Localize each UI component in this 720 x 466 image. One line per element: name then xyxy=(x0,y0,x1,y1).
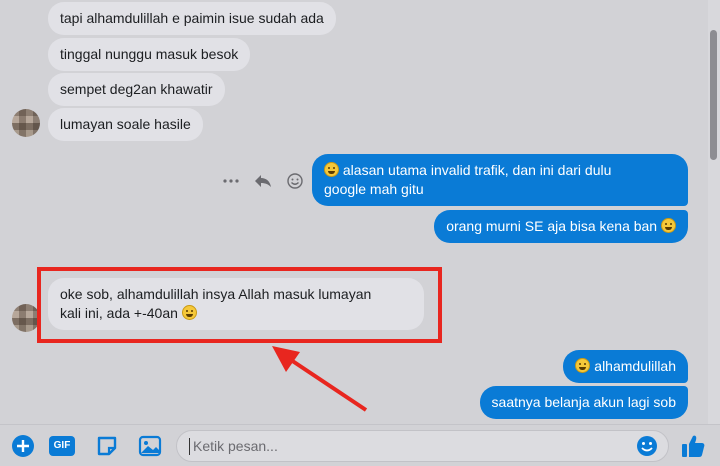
more-dots-icon[interactable] xyxy=(222,172,240,190)
avatar[interactable] xyxy=(12,109,40,137)
message-text: lumayan soale hasile xyxy=(60,116,191,132)
message-incoming[interactable]: lumayan soale hasile xyxy=(48,108,203,141)
message-line: google mah gitu xyxy=(324,181,424,197)
message-text: alhamdulillah xyxy=(594,358,676,374)
message-text: sempet deg2an khawatir xyxy=(60,81,213,97)
message-outgoing[interactable]: orang murni SE aja bisa kena ban xyxy=(434,210,688,243)
gif-button[interactable]: GIF xyxy=(49,436,75,456)
message-text: saatnya belanja akun lagi sob xyxy=(491,394,676,410)
message-outgoing[interactable]: saatnya belanja akun lagi sob xyxy=(479,386,688,419)
emoji-icon xyxy=(324,162,339,177)
emoji-icon[interactable] xyxy=(634,433,660,459)
message-text: tapi alhamdulillah e paimin isue sudah a… xyxy=(60,10,324,26)
scrollbar[interactable] xyxy=(708,0,720,424)
plus-circle-icon[interactable] xyxy=(10,433,36,459)
message-line: alasan utama invalid trafik, dan ini dar… xyxy=(324,161,676,180)
scrollbar-thumb[interactable] xyxy=(710,30,717,160)
highlight-box xyxy=(37,267,442,343)
message-incoming[interactable]: tapi alhamdulillah e paimin isue sudah a… xyxy=(48,2,336,35)
message-incoming[interactable]: tinggal nunggu masuk besok xyxy=(48,38,251,71)
message-outgoing[interactable]: alasan utama invalid trafik, dan ini dar… xyxy=(312,154,688,206)
message-incoming[interactable]: sempet deg2an khawatir xyxy=(48,73,225,106)
message-text: orang murni SE aja bisa kena ban xyxy=(446,218,658,234)
chat-thread: tapi alhamdulillah e paimin isue sudah a… xyxy=(0,0,720,424)
avatar[interactable] xyxy=(12,304,40,332)
message-composer: GIF Ketik pesan... xyxy=(0,424,720,466)
message-outgoing[interactable]: alhamdulillah xyxy=(563,350,688,383)
annotation-arrow xyxy=(272,346,368,412)
message-input-placeholder: Ketik pesan... xyxy=(193,438,278,454)
message-input[interactable]: Ketik pesan... xyxy=(176,430,669,462)
thumbs-up-icon[interactable] xyxy=(680,433,706,459)
emoji-icon xyxy=(661,218,676,233)
message-actions xyxy=(222,172,304,190)
smiley-icon[interactable] xyxy=(286,172,304,190)
reply-icon[interactable] xyxy=(254,172,272,190)
message-text: tinggal nunggu masuk besok xyxy=(60,46,239,62)
sticker-icon[interactable] xyxy=(94,433,120,459)
photo-icon[interactable] xyxy=(137,433,163,459)
emoji-icon xyxy=(575,358,591,373)
